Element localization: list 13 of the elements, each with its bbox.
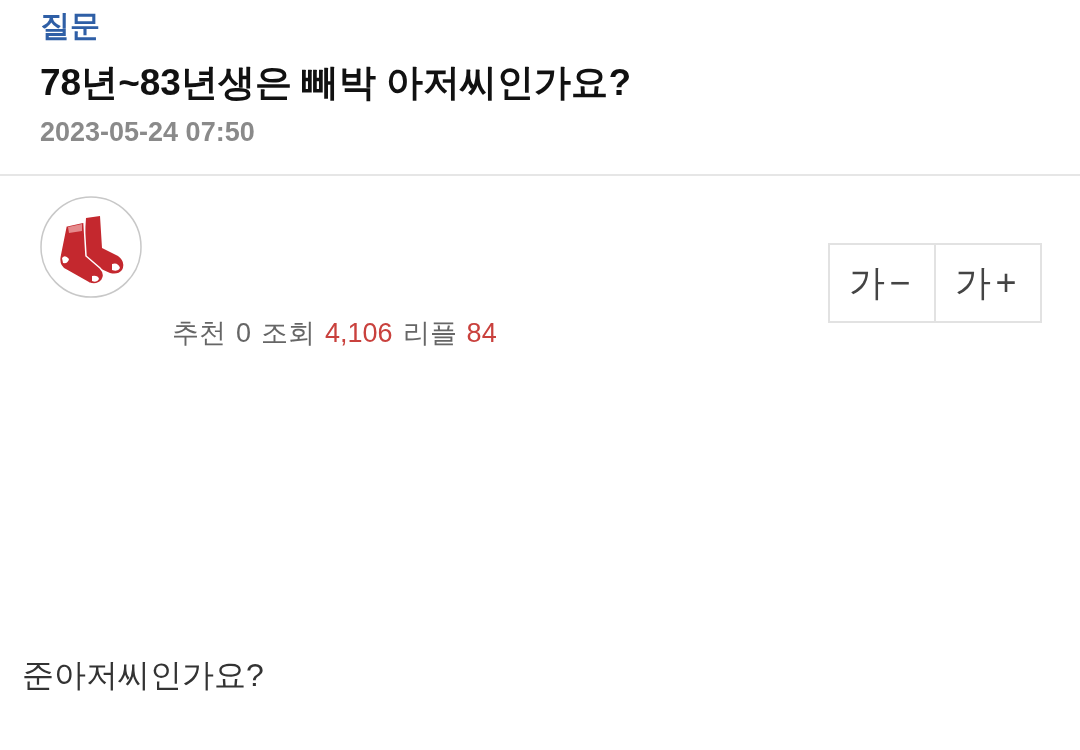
stat-label: 리플 [402, 317, 457, 350]
stat-label: 조회 [261, 317, 316, 350]
stat-value: 4,106 [325, 317, 393, 350]
stat-label: 추천 [172, 317, 226, 350]
category-label: 질문 [40, 8, 100, 44]
post-body: 준아저씨인가요? [22, 656, 264, 695]
post-title: 78년~83년생은 빼박 아저씨인가요? [40, 61, 632, 105]
decrease-font-button[interactable]: 가− [828, 243, 936, 323]
stat-value: 0 [236, 317, 252, 350]
socks-avatar-icon [40, 196, 142, 298]
stat-value: 84 [466, 317, 497, 350]
increase-font-button[interactable]: 가+ [934, 243, 1042, 323]
post-date: 2023-05-24 07:50 [40, 116, 255, 149]
